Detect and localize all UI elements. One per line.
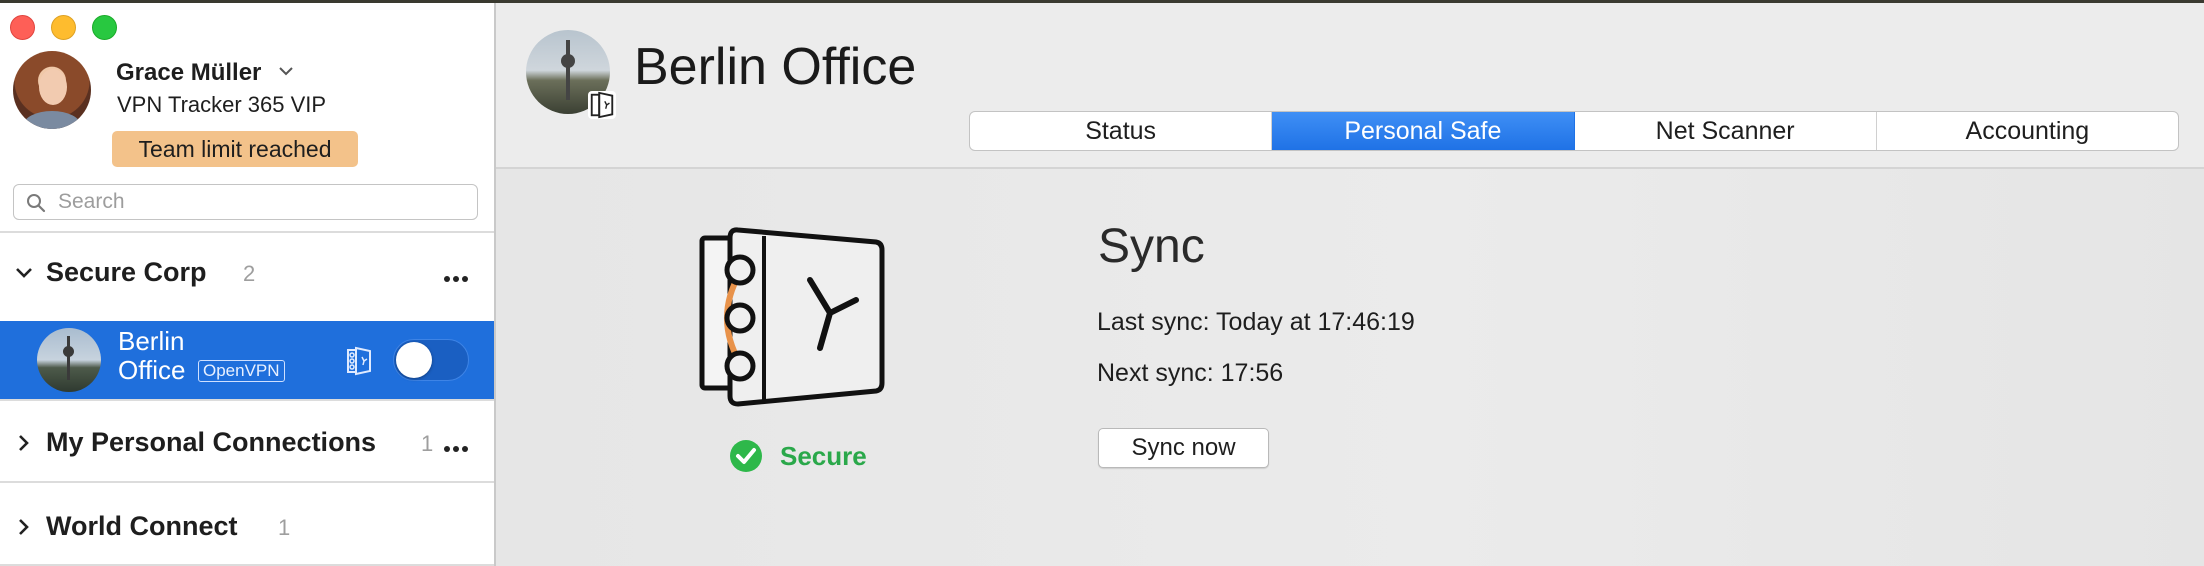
account-menu-chevron-icon[interactable] — [278, 63, 294, 79]
connection-title: Berlin Office — [634, 38, 917, 96]
sync-now-button[interactable]: Sync now — [1098, 428, 1269, 468]
search-icon — [27, 194, 46, 213]
user-avatar[interactable] — [13, 51, 91, 129]
connection-toggle[interactable] — [393, 339, 469, 381]
personal-safe-badge-icon — [588, 91, 616, 119]
zoom-window-button[interactable] — [92, 15, 117, 40]
sidebar: Grace Müller VPN Tracker 365 VIP Team li… — [0, 3, 496, 566]
checkmark-icon — [730, 440, 762, 472]
group-name: World Connect — [46, 511, 238, 541]
tab-status[interactable]: Status — [970, 112, 1273, 150]
last-sync-text: Last sync: Today at 17:46:19 — [1097, 308, 1415, 336]
safe-icon — [699, 227, 885, 407]
group-name: My Personal Connections — [46, 427, 377, 457]
detail-header: Berlin Office Status Personal Safe Net S… — [496, 3, 2204, 169]
sidebar-divider — [0, 231, 494, 233]
group-count: 1 — [421, 431, 434, 456]
minimize-window-button[interactable] — [51, 15, 76, 40]
connection-detail: Berlin Office Status Personal Safe Net S… — [496, 3, 2204, 566]
tab-accounting[interactable]: Accounting — [1877, 112, 2178, 150]
connection-row-berlin-office[interactable]: Berlin Office OpenVPN — [0, 321, 494, 399]
sidebar-divider — [0, 481, 494, 483]
sidebar-divider — [0, 399, 494, 401]
user-plan: VPN Tracker 365 VIP — [117, 92, 327, 117]
next-sync-text: Next sync: 17:56 — [1097, 359, 1284, 387]
group-count: 2 — [243, 261, 256, 286]
team-limit-badge[interactable]: Team limit reached — [112, 131, 358, 167]
group-my-personal-connections[interactable]: My Personal Connections 1 — [0, 413, 494, 473]
tab-net-scanner[interactable]: Net Scanner — [1575, 112, 1877, 150]
group-world-connect[interactable]: World Connect 1 — [0, 497, 494, 557]
tab-personal-safe[interactable]: Personal Safe — [1272, 112, 1575, 150]
group-name: Secure Corp — [46, 257, 207, 287]
group-count: 1 — [278, 515, 291, 540]
connection-avatar — [37, 328, 101, 392]
toggle-knob — [396, 342, 432, 378]
connection-name: Berlin Office — [118, 326, 186, 385]
chevron-right-icon[interactable] — [14, 433, 34, 453]
group-more-icon[interactable] — [444, 439, 474, 452]
status-label: Secure — [780, 441, 867, 471]
sync-heading: Sync — [1098, 220, 1205, 273]
close-window-button[interactable] — [10, 15, 35, 40]
group-secure-corp[interactable]: Secure Corp 2 — [0, 243, 494, 303]
chevron-right-icon[interactable] — [14, 517, 34, 537]
user-name[interactable]: Grace Müller — [116, 59, 261, 87]
personal-safe-icon — [347, 346, 371, 376]
chevron-down-icon[interactable] — [14, 263, 34, 283]
search-field[interactable] — [13, 184, 478, 220]
detail-tabs: Status Personal Safe Net Scanner Account… — [969, 111, 2179, 151]
search-input[interactable] — [58, 187, 458, 217]
group-more-icon[interactable] — [444, 269, 474, 282]
protocol-badge: OpenVPN — [198, 360, 285, 382]
